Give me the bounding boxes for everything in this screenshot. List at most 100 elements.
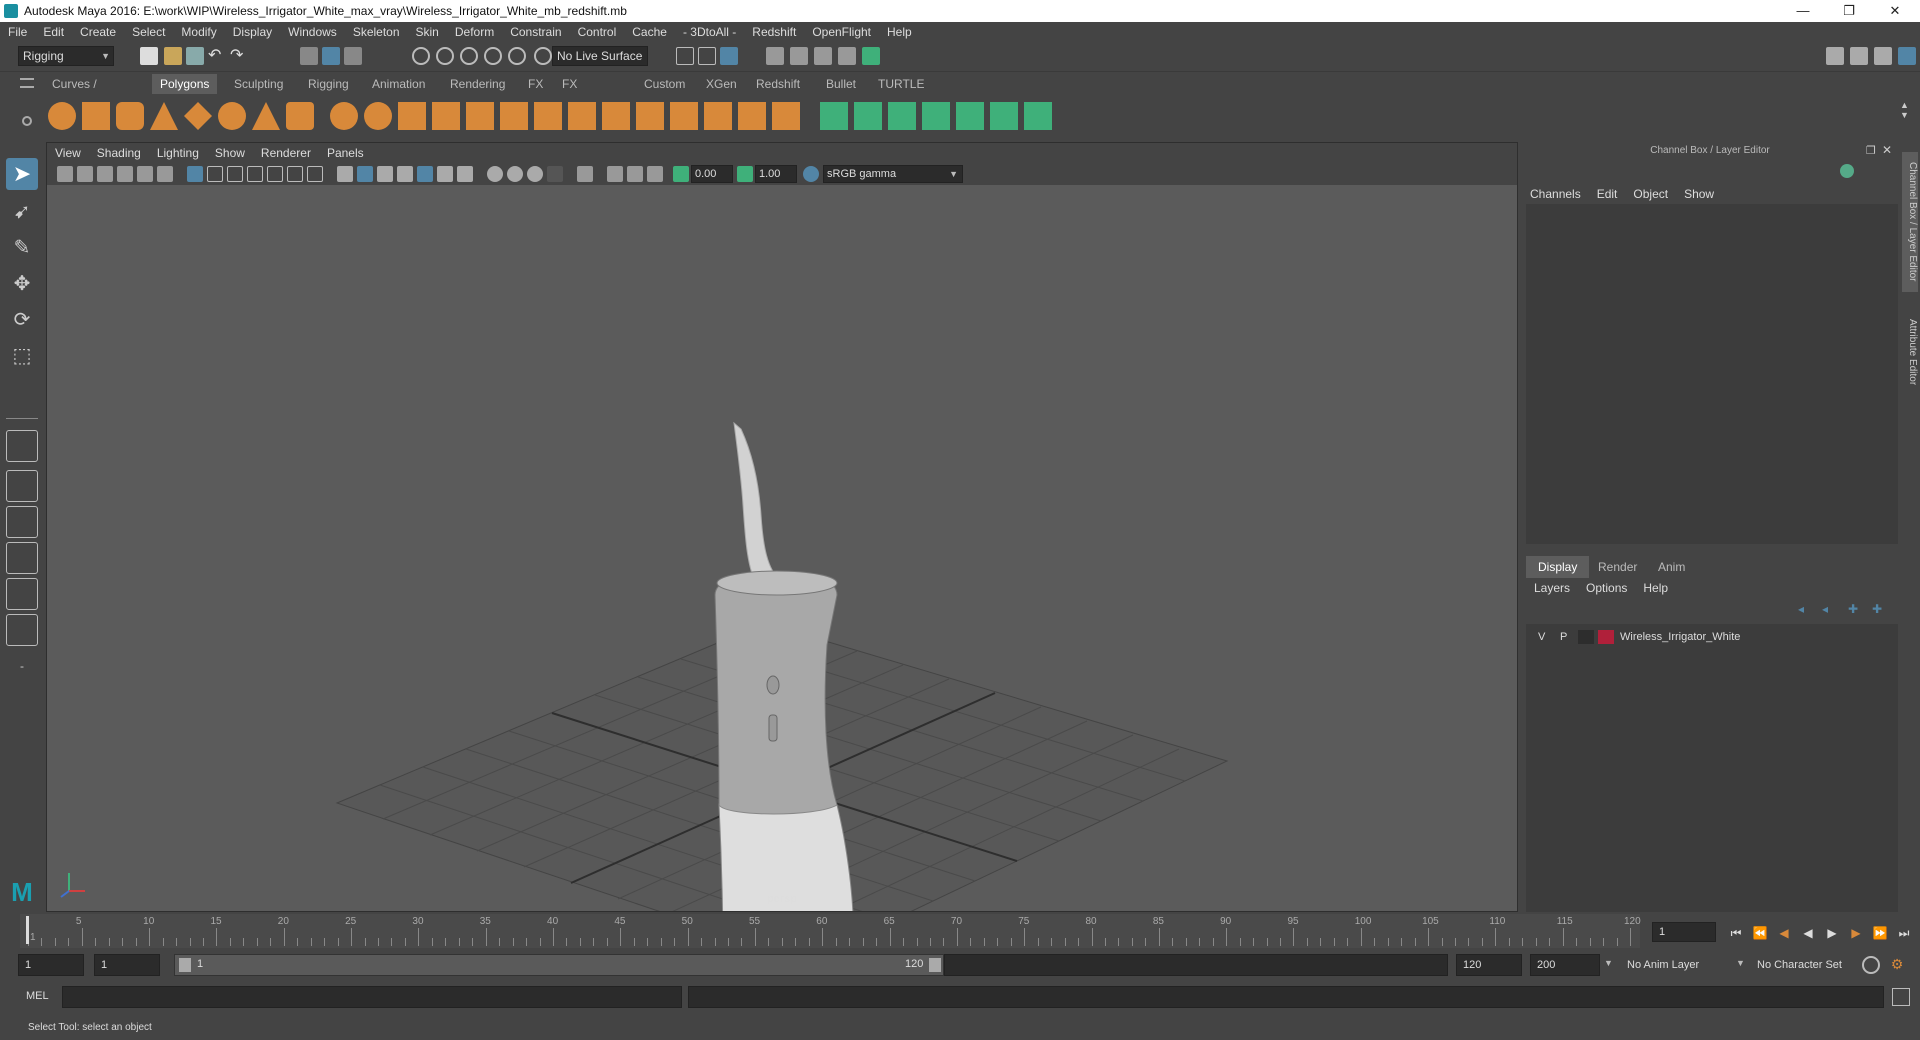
wireframe-on-shaded-icon[interactable] [377, 166, 393, 182]
depth-of-field-icon[interactable] [527, 166, 543, 182]
single-perspective-layout-icon[interactable] [6, 430, 38, 462]
move-layer-up-icon[interactable]: ◂ [1798, 602, 1812, 616]
range-slider[interactable]: 1 120 [174, 954, 944, 976]
play-backwards-icon[interactable]: ◀ [1798, 923, 1818, 943]
tab-animation[interactable]: Animation [364, 74, 434, 94]
grid-toggle-icon[interactable] [187, 166, 203, 182]
uv-cylindrical-icon[interactable] [854, 102, 882, 130]
uv-planar-icon[interactable] [820, 102, 848, 130]
uv-spherical-icon[interactable] [888, 102, 916, 130]
paint-select-tool-icon[interactable]: ✎ [6, 232, 38, 264]
current-time-marker[interactable] [26, 916, 29, 944]
layer-visibility-toggle[interactable]: V [1538, 628, 1545, 646]
vp-menu-lighting[interactable]: Lighting [149, 143, 207, 163]
step-back-frame-icon[interactable]: ◀ [1774, 923, 1794, 943]
command-language-label[interactable]: MEL [26, 990, 49, 1002]
playback-end-field[interactable]: 120 [1456, 954, 1522, 976]
cb-menu-object[interactable]: Object [1625, 184, 1676, 204]
menu-help[interactable]: Help [879, 22, 920, 42]
menu-select[interactable]: Select [124, 22, 173, 42]
safe-action-icon[interactable] [287, 166, 303, 182]
side-tab-channel-box[interactable]: Channel Box / Layer Editor [1902, 152, 1918, 292]
persp-outliner-layout-icon[interactable] [6, 506, 38, 538]
scale-tool-icon[interactable]: ⬚ [6, 340, 38, 372]
film-gate-icon[interactable] [207, 166, 223, 182]
range-end-handle[interactable] [929, 958, 941, 972]
lasso-tool-icon[interactable]: ➹ [6, 196, 38, 228]
step-back-key-icon[interactable]: ⏪ [1750, 923, 1770, 943]
side-tab-attribute-editor[interactable]: Attribute Editor [1902, 302, 1918, 402]
tab-display[interactable]: Display [1526, 556, 1590, 578]
camera-attributes-icon[interactable] [77, 166, 93, 182]
two-d-pan-zoom-icon[interactable] [137, 166, 153, 182]
safe-title-icon[interactable] [307, 166, 323, 182]
tab-curves-surfaces[interactable]: Curves / Surfaces [44, 74, 108, 111]
output-ops-icon[interactable] [698, 47, 716, 65]
close-panel-icon[interactable]: ✕ [1882, 143, 1892, 157]
tab-rigging[interactable]: Rigging [300, 74, 357, 94]
mode-dropdown[interactable]: Rigging ▼ [18, 46, 114, 66]
command-input[interactable] [62, 986, 682, 1008]
cb-menu-show[interactable]: Show [1676, 184, 1722, 204]
input-ops-icon[interactable] [676, 47, 694, 65]
layer-playback-toggle[interactable]: P [1560, 628, 1567, 646]
uv-unfold-icon[interactable] [1024, 102, 1052, 130]
ipr-render-icon[interactable] [814, 47, 832, 65]
tab-fx[interactable]: FX [520, 74, 552, 94]
vp-menu-show[interactable]: Show [207, 143, 253, 163]
character-set-dropdown[interactable]: No Character Set [1750, 954, 1860, 976]
select-by-component-icon[interactable] [344, 47, 362, 65]
hypershade-persp-layout-icon[interactable] [6, 614, 38, 646]
time-slider[interactable]: 1 5 10 15 20 25 30 35 40 45 50 55 60 65 70 75 80 85 90 95 10… [20, 914, 1641, 948]
step-forward-key-icon[interactable]: ⏩ [1870, 923, 1890, 943]
new-layer-selected-icon[interactable]: ✚ [1872, 602, 1886, 616]
tab-polygons[interactable]: Polygons [152, 74, 218, 94]
cb-menu-channels[interactable]: Channels [1522, 184, 1589, 204]
chevron-down-icon[interactable]: ▼ [1604, 958, 1613, 968]
uv-automatic-icon[interactable] [922, 102, 950, 130]
live-surface-field[interactable]: No Live Surface [552, 46, 648, 66]
menu-cache[interactable]: Cache [624, 22, 675, 42]
toggle-attribute-editor-icon[interactable] [1850, 47, 1868, 65]
color-space-dropdown[interactable]: sRGB gamma ▼ [823, 165, 963, 183]
vp-menu-renderer[interactable]: Renderer [253, 143, 319, 163]
menu-deform[interactable]: Deform [447, 22, 502, 42]
layer-name[interactable]: Wireless_Irrigator_White [1620, 628, 1740, 646]
persp-graph-layout-icon[interactable] [6, 542, 38, 574]
gamma-field[interactable]: 1.00 [755, 165, 797, 183]
menu-control[interactable]: Control [570, 22, 625, 42]
extract-icon[interactable] [398, 102, 426, 130]
tab-xgen[interactable]: XGen [698, 74, 745, 94]
grease-pencil-icon[interactable] [157, 166, 173, 182]
toggle-channel-box-icon[interactable] [1898, 47, 1916, 65]
shelf-settings-icon[interactable] [22, 116, 32, 126]
insert-edge-loop-icon[interactable] [738, 102, 766, 130]
snap-curve-icon[interactable] [436, 47, 454, 65]
cb-menu-edit[interactable]: Edit [1589, 184, 1626, 204]
select-by-object-icon[interactable] [322, 47, 340, 65]
make-live-icon[interactable] [534, 47, 552, 65]
motion-blur-icon[interactable] [487, 166, 503, 182]
construction-history-icon[interactable] [720, 47, 738, 65]
image-plane-icon[interactable] [117, 166, 133, 182]
menu-create[interactable]: Create [72, 22, 124, 42]
anim-layer-dropdown[interactable]: No Anim Layer [1620, 954, 1740, 976]
persp-graph-hypergraph-layout-icon[interactable] [6, 578, 38, 610]
vp-menu-shading[interactable]: Shading [89, 143, 149, 163]
toggle-tool-settings-icon[interactable] [1874, 47, 1892, 65]
mirror-icon[interactable] [500, 102, 528, 130]
tab-anim[interactable]: Anim [1646, 556, 1697, 578]
layer-row[interactable]: V P Wireless_Irrigator_White [1530, 628, 1894, 646]
exposure-field[interactable]: 0.00 [691, 165, 733, 183]
smooth-shade-icon[interactable] [357, 166, 373, 182]
open-scene-icon[interactable] [164, 47, 182, 65]
script-editor-icon[interactable] [1892, 988, 1910, 1006]
select-tool-icon[interactable]: ➤ [6, 158, 38, 190]
extrude-icon[interactable] [534, 102, 562, 130]
tab-custom[interactable]: Custom [636, 74, 694, 94]
minimize-button[interactable]: — [1780, 0, 1826, 22]
resolution-gate-icon[interactable] [227, 166, 243, 182]
gamma-icon[interactable] [737, 166, 753, 182]
render-view-icon[interactable] [766, 47, 784, 65]
append-polygon-icon[interactable] [636, 102, 664, 130]
